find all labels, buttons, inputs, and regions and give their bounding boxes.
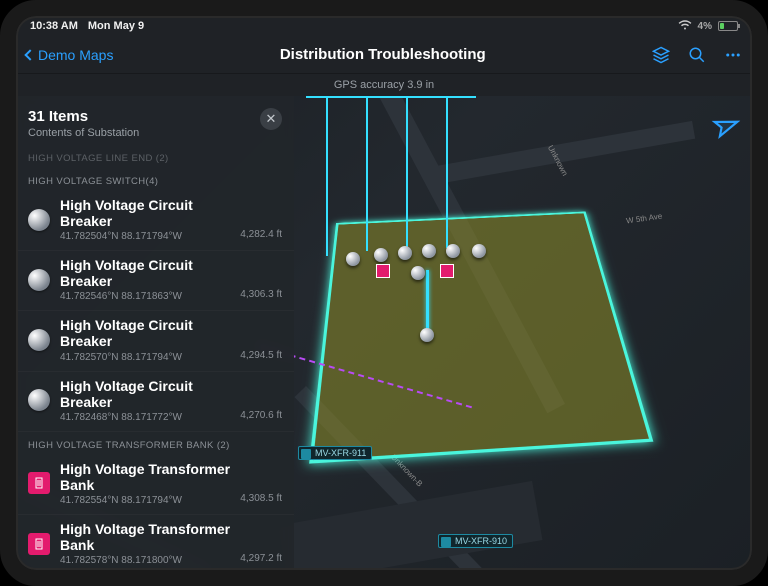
status-bar: 10:38 AM Mon May 9 4% [16,16,752,36]
item-coords: 41.782504°N 88.171794°W [60,231,230,242]
item-distance: 4,282.4 ft [240,229,282,242]
status-date: Mon May 9 [88,20,144,32]
back-button[interactable]: Demo Maps [26,47,113,63]
item-distance: 4,308.5 ft [240,493,282,506]
close-panel-button[interactable]: ✕ [260,108,282,130]
back-label: Demo Maps [38,47,113,63]
page-title: Distribution Troubleshooting [113,46,652,63]
item-coords: 41.782570°N 88.171794°W [60,352,230,363]
transformer-icon [28,533,50,555]
item-title: High Voltage Transformer Bank [60,461,230,493]
asset-marker[interactable] [346,252,360,266]
list-item[interactable]: High Voltage Circuit Breaker 41.782468°N … [16,372,294,432]
item-title: High Voltage Circuit Breaker [60,197,230,229]
item-distance: 4,297.2 ft [240,553,282,566]
breaker-icon [28,269,50,291]
asset-marker[interactable] [472,244,486,258]
item-distance: 4,306.3 ft [240,289,282,302]
more-button[interactable] [724,46,742,64]
breaker-icon [28,329,50,351]
asset-marker[interactable] [422,244,436,258]
asset-marker[interactable] [411,266,425,280]
status-time: 10:38 AM [30,20,78,32]
nav-bar: Demo Maps Distribution Troubleshooting [16,36,752,74]
road-label: W 5th Ave [626,212,663,226]
asset-marker[interactable] [398,246,412,260]
panel-title: 31 Items [28,108,260,125]
item-coords: 41.782468°N 88.171772°W [60,412,230,423]
item-title: High Voltage Circuit Breaker [60,378,230,410]
item-title: High Voltage Circuit Breaker [60,317,230,349]
item-distance: 4,294.5 ft [240,350,282,363]
compass-button[interactable] [706,110,741,145]
breaker-icon [28,209,50,231]
battery-pct: 4% [698,21,712,32]
transformer-marker[interactable] [440,264,454,278]
item-coords: 41.782546°N 88.171863°W [60,291,230,302]
asset-marker[interactable] [374,248,388,262]
results-panel: 31 Items Contents of Substation ✕ HIGH V… [16,96,294,570]
battery-icon [718,21,738,31]
map-feature-label[interactable]: MV-XFR-911 [298,446,372,460]
layers-button[interactable] [652,46,670,64]
asset-marker[interactable] [446,244,460,258]
chevron-left-icon [24,49,35,60]
section-header: HIGH VOLTAGE TRANSFORMER BANK (2) [16,432,294,455]
item-title: High Voltage Transformer Bank [60,521,230,553]
list-item[interactable]: High Voltage Circuit Breaker 41.782504°N … [16,191,294,251]
asset-marker[interactable] [420,328,434,342]
item-distance: 4,270.6 ft [240,410,282,423]
list-item[interactable]: High Voltage Transformer Bank 41.782578°N… [16,515,294,570]
transformer-icon [28,472,50,494]
map-feature-label[interactable]: MV-XFR-910 [438,534,513,548]
section-header: HIGH VOLTAGE SWITCH(4) [16,168,294,191]
section-header-truncated: HIGH VOLTAGE LINE END (2) [16,145,294,168]
list-item[interactable]: High Voltage Transformer Bank 41.782554°N… [16,455,294,515]
item-coords: 41.782554°N 88.171794°W [60,495,230,506]
list-item[interactable]: High Voltage Circuit Breaker 41.782570°N … [16,311,294,371]
search-button[interactable] [688,46,706,64]
transformer-marker[interactable] [376,264,390,278]
item-coords: 41.782578°N 88.171800°W [60,555,230,566]
breaker-icon [28,389,50,411]
panel-subtitle: Contents of Substation [28,127,260,139]
list-item[interactable]: High Voltage Circuit Breaker 41.782546°N … [16,251,294,311]
item-title: High Voltage Circuit Breaker [60,257,230,289]
gps-accuracy-bar: GPS accuracy 3.9 in [16,74,752,96]
wifi-icon [678,20,692,33]
